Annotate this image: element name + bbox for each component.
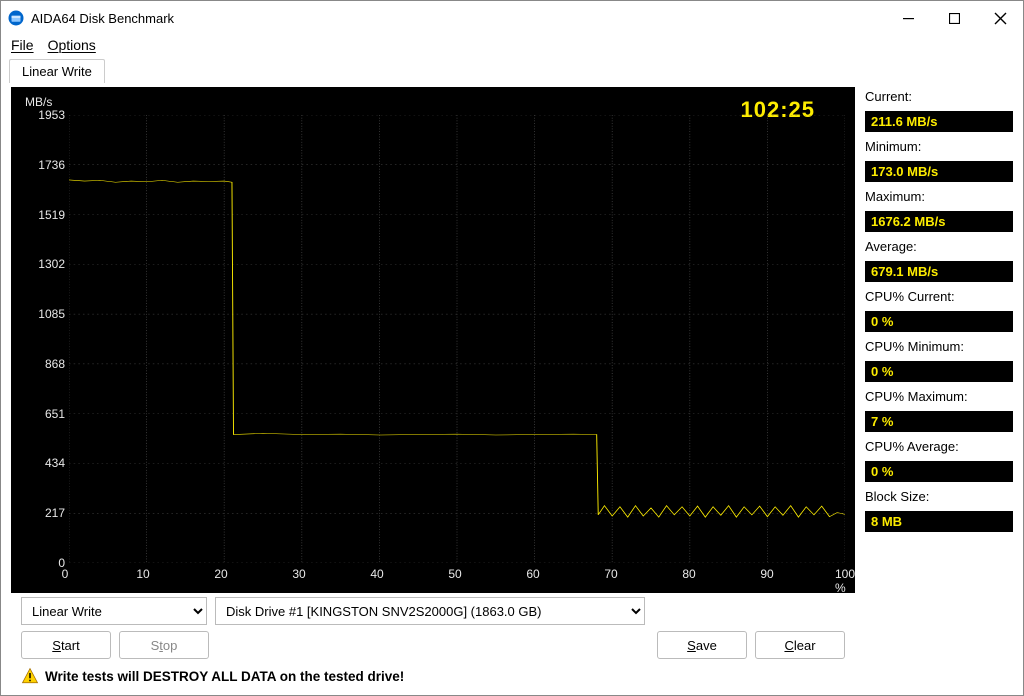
x-tick: 10 <box>136 567 149 581</box>
test-type-select[interactable]: Linear Write <box>21 597 207 625</box>
warning-row: Write tests will DESTROY ALL DATA on the… <box>11 665 855 691</box>
start-button[interactable]: Start <box>21 631 111 659</box>
cpu-average-value: 0 % <box>865 461 1013 482</box>
x-tick: 90 <box>760 567 773 581</box>
block-size-value: 8 MB <box>865 511 1013 532</box>
x-tick: 50 <box>448 567 461 581</box>
cpu-average-label: CPU% Average: <box>865 439 1013 454</box>
stats-panel: Current: 211.6 MB/s Minimum: 173.0 MB/s … <box>865 87 1013 691</box>
minimum-value: 173.0 MB/s <box>865 161 1013 182</box>
x-tick: 60 <box>526 567 539 581</box>
x-tick: 0 <box>62 567 69 581</box>
maximum-label: Maximum: <box>865 189 1013 204</box>
average-value: 679.1 MB/s <box>865 261 1013 282</box>
y-tick: 1519 <box>25 208 65 222</box>
y-tick: 651 <box>25 407 65 421</box>
menu-options[interactable]: Options <box>48 37 96 53</box>
stop-button[interactable]: Stop <box>119 631 209 659</box>
y-tick: 1953 <box>25 108 65 122</box>
save-button[interactable]: Save <box>657 631 747 659</box>
x-tick: 30 <box>292 567 305 581</box>
y-tick: 1736 <box>25 158 65 172</box>
x-tick: 70 <box>604 567 617 581</box>
maximum-value: 1676.2 MB/s <box>865 211 1013 232</box>
maximize-button[interactable] <box>931 1 977 35</box>
cpu-current-value: 0 % <box>865 311 1013 332</box>
current-value: 211.6 MB/s <box>865 111 1013 132</box>
titlebar: AIDA64 Disk Benchmark <box>1 1 1023 35</box>
tab-linear-write[interactable]: Linear Write <box>9 59 105 83</box>
cpu-maximum-label: CPU% Maximum: <box>865 389 1013 404</box>
window-title: AIDA64 Disk Benchmark <box>31 11 174 26</box>
app-icon <box>7 9 25 27</box>
current-label: Current: <box>865 89 1013 104</box>
cpu-maximum-value: 7 % <box>865 411 1013 432</box>
block-size-label: Block Size: <box>865 489 1013 504</box>
warning-text: Write tests will DESTROY ALL DATA on the… <box>45 669 404 684</box>
warning-icon <box>21 667 39 685</box>
y-tick: 868 <box>25 357 65 371</box>
minimize-button[interactable] <box>885 1 931 35</box>
minimum-label: Minimum: <box>865 139 1013 154</box>
y-tick: 217 <box>25 506 65 520</box>
drive-select[interactable]: Disk Drive #1 [KINGSTON SNV2S2000G] (186… <box>215 597 645 625</box>
x-tick: 40 <box>370 567 383 581</box>
y-tick: 434 <box>25 456 65 470</box>
cpu-minimum-value: 0 % <box>865 361 1013 382</box>
clear-button[interactable]: Clear <box>755 631 845 659</box>
cpu-minimum-label: CPU% Minimum: <box>865 339 1013 354</box>
menu-file[interactable]: File <box>11 37 34 53</box>
cpu-current-label: CPU% Current: <box>865 289 1013 304</box>
y-tick: 0 <box>25 556 65 570</box>
x-tick: 20 <box>214 567 227 581</box>
average-label: Average: <box>865 239 1013 254</box>
chart-area: MB/s 102:25 0217434651868108513021519173… <box>11 87 855 593</box>
x-tick: 100 % <box>835 567 855 595</box>
y-tick: 1302 <box>25 257 65 271</box>
tabstrip: Linear Write <box>1 59 1023 83</box>
x-tick: 80 <box>682 567 695 581</box>
y-tick: 1085 <box>25 307 65 321</box>
close-button[interactable] <box>977 1 1023 35</box>
menubar: File Options <box>1 35 1023 59</box>
